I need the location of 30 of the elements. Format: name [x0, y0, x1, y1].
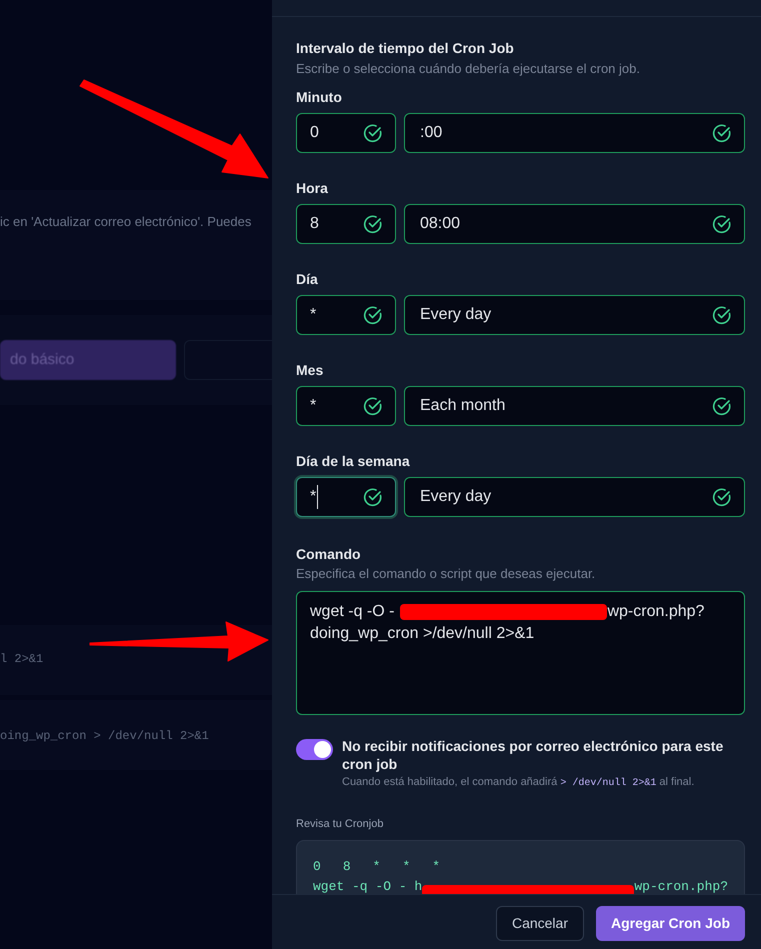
- preset-select[interactable]: 08:00: [404, 204, 745, 244]
- field-label: Hora: [296, 179, 329, 197]
- blurred-text: oing_wp_cron > /dev/null 2>&1: [0, 728, 209, 745]
- cancel-button[interactable]: Cancelar: [496, 906, 584, 940]
- value-input[interactable]: *: [296, 477, 396, 517]
- value-input[interactable]: *: [296, 386, 396, 426]
- help-text: Cuando está habilitado, el comando añadirá > /dev/null 2>&1 al final.: [342, 775, 696, 791]
- field-label: Día: [296, 270, 319, 288]
- review-label: Revisa tu Cronjob: [296, 817, 384, 832]
- field-label: Comando: [296, 545, 362, 563]
- toggle-label: No recibir notificaciones por correo electrónico para este cron job: [342, 737, 724, 773]
- section-subtitle: Escribe o selecciona cuándo debería ejecutarse el cron job.: [296, 60, 641, 78]
- cron-preview: 0 8 * * * wget -q -O - h wp-cron.php?: [296, 840, 745, 894]
- section-title: Intervalo de tiempo del Cron Job: [296, 39, 515, 57]
- add-cron-job-button[interactable]: Agregar Cron Job: [596, 906, 745, 940]
- field-description: Especifica el comando o script que deseas ejecutar.: [296, 565, 596, 583]
- blurred-text: ic en 'Actualizar correo electrónico'. Puedes: [0, 213, 252, 231]
- field-label: Día de la semana: [296, 452, 411, 470]
- field-label: Mes: [296, 361, 324, 379]
- field-label: Minuto: [296, 88, 343, 106]
- value-input[interactable]: *: [296, 295, 396, 335]
- preset-select[interactable]: Every day: [404, 477, 745, 517]
- toggle-switch[interactable]: [296, 739, 333, 760]
- preset-select[interactable]: Every day: [404, 295, 745, 335]
- preset-select[interactable]: :00: [404, 113, 745, 153]
- preset-select[interactable]: Each month: [404, 386, 745, 426]
- value-input[interactable]: 8: [296, 204, 396, 244]
- command-textarea[interactable]: wget -q -O - wp-cron.php? doing_wp_cron >/dev/null 2>&1: [296, 591, 745, 715]
- blurred-text: l 2>&1: [0, 651, 44, 668]
- value-input[interactable]: 0: [296, 113, 396, 153]
